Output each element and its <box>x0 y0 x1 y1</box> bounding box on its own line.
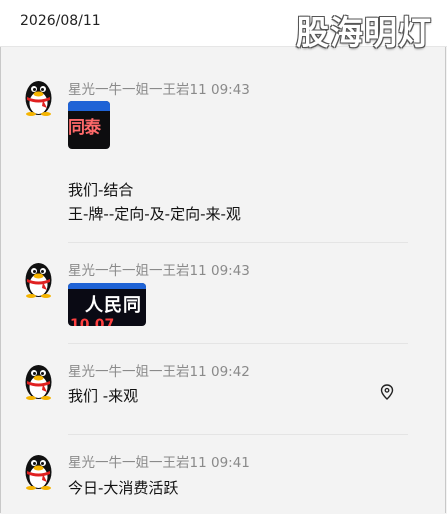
thumbnail-text: 人民同 <box>85 295 142 316</box>
message-meta: 星光一牛一姐一王岩11 09:41 <box>68 451 250 471</box>
image-thumbnail[interactable]: 同泰 <box>68 101 110 149</box>
penguin-avatar-icon[interactable] <box>21 452 56 490</box>
sender-name: 星光一牛一姐一王岩11 <box>68 82 207 98</box>
window-frame <box>0 0 446 513</box>
message-time: 09:43 <box>210 82 250 98</box>
message-meta: 星光一牛一姐一王岩11 09:43 <box>68 78 250 98</box>
message-text: 今日-大消费活跃 <box>68 479 179 497</box>
message-time: 09:42 <box>210 364 250 380</box>
penguin-avatar-icon[interactable] <box>21 362 56 400</box>
thumbnail-text: 同泰 <box>68 118 101 138</box>
message-text: 王-牌--定向-及-定向-来-观 <box>68 205 241 223</box>
message-meta: 星光一牛一姐一王岩11 09:43 <box>68 259 250 279</box>
message-time: 09:43 <box>210 263 250 279</box>
thumbnail-header-bar <box>68 101 110 111</box>
message-divider <box>68 434 408 435</box>
image-thumbnail[interactable]: 人民同 10.07 <box>68 283 146 326</box>
watermark-text: 股海明灯 <box>296 13 432 52</box>
location-pin-icon[interactable] <box>380 384 394 400</box>
message-meta: 星光一牛一姐一王岩11 09:42 <box>68 360 250 380</box>
penguin-avatar-icon[interactable] <box>21 260 56 298</box>
message-divider <box>68 343 408 344</box>
penguin-avatar-icon[interactable] <box>21 78 56 116</box>
message-text: 我们 -来观 <box>68 387 139 405</box>
message-divider <box>68 242 408 243</box>
chat-header: 2026/08/11 股海明灯 <box>0 0 447 52</box>
date-label: 2026/08/11 <box>20 13 101 29</box>
message-text: 我们-结合 <box>68 181 134 199</box>
sender-name: 星光一牛一姐一王岩11 <box>68 455 207 471</box>
thumbnail-header-bar <box>68 283 146 289</box>
sender-name: 星光一牛一姐一王岩11 <box>68 263 207 279</box>
message-time: 09:41 <box>210 455 250 471</box>
sender-name: 星光一牛一姐一王岩11 <box>68 364 207 380</box>
thumbnail-subtext: 10.07 <box>70 317 115 326</box>
